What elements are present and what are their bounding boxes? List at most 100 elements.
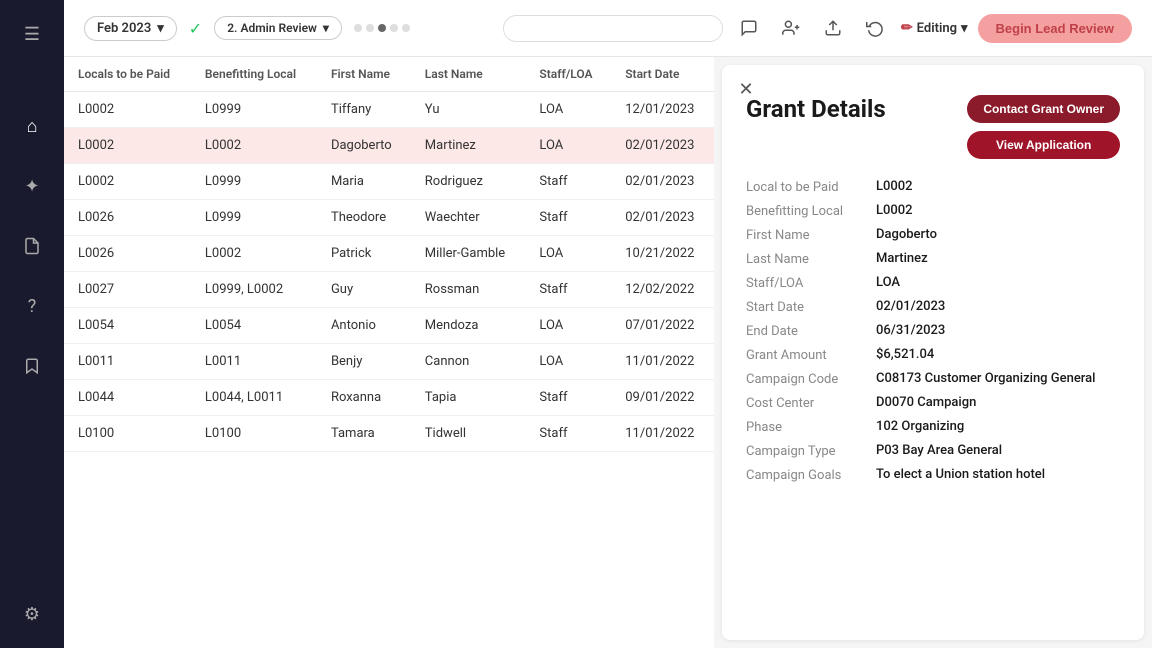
field-value: $6,521.04 [876, 347, 934, 362]
cell-start-date: 11/01/2022 [611, 416, 714, 452]
cell-benefitting: L0999 [191, 200, 317, 236]
cell-locals-paid: L0002 [64, 128, 191, 164]
add-user-icon[interactable] [775, 12, 807, 44]
detail-fields: Local to be Paid L0002 Benefitting Local… [746, 179, 1120, 483]
field-label: Grant Amount [746, 347, 876, 363]
menu-icon[interactable]: ☰ [14, 16, 50, 52]
cell-start-date: 12/02/2022 [611, 272, 714, 308]
editing-button[interactable]: ✏ Editing ▾ [901, 20, 968, 36]
document-icon[interactable] [14, 228, 50, 264]
field-value: To elect a Union station hotel [876, 467, 1045, 482]
cell-last-name: Miller-Gamble [411, 236, 526, 272]
field-label: Start Date [746, 299, 876, 315]
edit-pencil-icon: ✏ [901, 20, 913, 36]
col-locals-paid: Locals to be Paid [64, 57, 191, 92]
field-label: Last Name [746, 251, 876, 267]
cell-first-name: Patrick [317, 236, 411, 272]
table-row[interactable]: L0011 L0011 Benjy Cannon LOA 11/01/2022 [64, 344, 714, 380]
settings-icon[interactable]: ⚙ [14, 596, 50, 632]
field-value: P03 Bay Area General [876, 443, 1002, 458]
field-row: Campaign Type P03 Bay Area General [746, 443, 1120, 459]
upload-icon[interactable] [817, 12, 849, 44]
chat-icon[interactable] [733, 12, 765, 44]
field-label: Cost Center [746, 395, 876, 411]
step-dot-5 [402, 24, 410, 32]
cell-start-date: 10/21/2022 [611, 236, 714, 272]
field-row: Local to be Paid L0002 [746, 179, 1120, 195]
topbar-right: 🔍 [503, 12, 1132, 44]
main-content: Feb 2023 ▾ ✓ 2. Admin Review ▾ 🔍 [64, 0, 1152, 648]
table-row[interactable]: L0002 L0002 Dagoberto Martinez LOA 02/01… [64, 128, 714, 164]
view-application-button[interactable]: View Application [967, 131, 1120, 159]
cell-benefitting: L0999 [191, 164, 317, 200]
col-staff-loa: Staff/LOA [525, 57, 611, 92]
cell-locals-paid: L0100 [64, 416, 191, 452]
step-selector[interactable]: 2. Admin Review ▾ [214, 16, 342, 40]
field-value: 102 Organizing [876, 419, 964, 434]
step-dots [354, 24, 410, 32]
field-value: L0002 [876, 179, 913, 194]
col-start-date: Start Date [611, 57, 714, 92]
editing-label: Editing [917, 21, 957, 36]
table-row[interactable]: L0100 L0100 Tamara Tidwell Staff 11/01/2… [64, 416, 714, 452]
field-row: End Date 06/31/2023 [746, 323, 1120, 339]
step-label: 2. Admin Review [227, 21, 317, 35]
cell-benefitting: L0002 [191, 236, 317, 272]
field-row: Campaign Goals To elect a Union station … [746, 467, 1120, 483]
detail-actions: Contact Grant Owner View Application [967, 95, 1120, 159]
help-icon[interactable]: ? [14, 288, 50, 324]
search-input[interactable] [503, 15, 723, 42]
contact-grant-owner-button[interactable]: Contact Grant Owner [967, 95, 1120, 123]
field-row: Staff/LOA LOA [746, 275, 1120, 291]
bookmark-icon[interactable] [14, 348, 50, 384]
cell-benefitting: L0999 [191, 92, 317, 128]
cell-staff-loa: Staff [525, 200, 611, 236]
cell-first-name: Antonio [317, 308, 411, 344]
table-row[interactable]: L0026 L0999 Theodore Waechter Staff 02/0… [64, 200, 714, 236]
field-value: L0002 [876, 203, 913, 218]
grants-table: Locals to be Paid Benefitting Local Firs… [64, 57, 714, 452]
cell-start-date: 02/01/2023 [611, 128, 714, 164]
begin-review-button[interactable]: Begin Lead Review [978, 14, 1132, 43]
cell-last-name: Tidwell [411, 416, 526, 452]
table-row[interactable]: L0026 L0002 Patrick Miller-Gamble LOA 10… [64, 236, 714, 272]
cell-benefitting: L0044, L0011 [191, 380, 317, 416]
history-icon[interactable] [859, 12, 891, 44]
table-panel: Locals to be Paid Benefitting Local Firs… [64, 57, 714, 648]
cell-locals-paid: L0011 [64, 344, 191, 380]
col-benefitting: Benefitting Local [191, 57, 317, 92]
step-dot-4 [390, 24, 398, 32]
table-row[interactable]: L0002 L0999 Maria Rodriguez Staff 02/01/… [64, 164, 714, 200]
close-icon[interactable]: ✕ [734, 77, 758, 101]
cell-locals-paid: L0054 [64, 308, 191, 344]
detail-title: Grant Details [746, 95, 886, 123]
field-row: First Name Dagoberto [746, 227, 1120, 243]
cell-last-name: Cannon [411, 344, 526, 380]
chevron-down-icon: ▾ [157, 21, 164, 36]
detail-header: Grant Details Contact Grant Owner View A… [746, 95, 1120, 159]
step-dot-3 [378, 24, 386, 32]
cell-start-date: 12/01/2023 [611, 92, 714, 128]
editing-chevron-icon: ▾ [961, 21, 968, 36]
cell-last-name: Waechter [411, 200, 526, 236]
table-row[interactable]: L0027 L0999, L0002 Guy Rossman Staff 12/… [64, 272, 714, 308]
cell-first-name: Tiffany [317, 92, 411, 128]
cell-last-name: Rodriguez [411, 164, 526, 200]
table-row[interactable]: L0054 L0054 Antonio Mendoza LOA 07/01/20… [64, 308, 714, 344]
cell-staff-loa: Staff [525, 164, 611, 200]
cell-last-name: Mendoza [411, 308, 526, 344]
cell-first-name: Guy [317, 272, 411, 308]
magic-icon[interactable]: ✦ [14, 168, 50, 204]
cell-start-date: 11/01/2022 [611, 344, 714, 380]
field-row: Benefitting Local L0002 [746, 203, 1120, 219]
cell-benefitting: L0011 [191, 344, 317, 380]
home-icon[interactable]: ⌂ [14, 108, 50, 144]
date-selector[interactable]: Feb 2023 ▾ [84, 16, 177, 41]
cell-benefitting: L0002 [191, 128, 317, 164]
table-row[interactable]: L0002 L0999 Tiffany Yu LOA 12/01/2023 [64, 92, 714, 128]
field-value: C08173 Customer Organizing General [876, 371, 1096, 386]
field-label: Campaign Type [746, 443, 876, 459]
table-row[interactable]: L0044 L0044, L0011 Roxanna Tapia Staff 0… [64, 380, 714, 416]
cell-last-name: Rossman [411, 272, 526, 308]
field-row: Campaign Code C08173 Customer Organizing… [746, 371, 1120, 387]
